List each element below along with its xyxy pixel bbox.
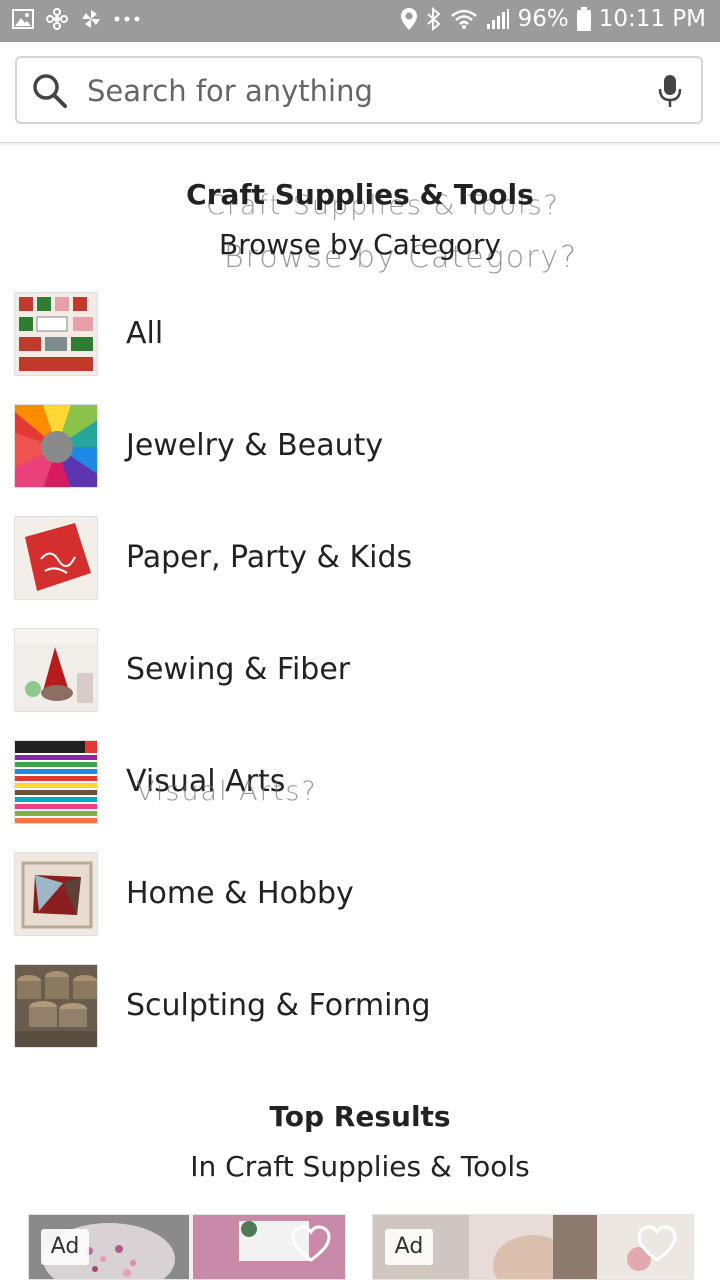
category-label: Sewing & Fiber (126, 652, 351, 687)
category-item-sculpting-forming[interactable]: Sculpting & Forming (0, 964, 720, 1076)
product-card[interactable]: Ad (372, 1214, 694, 1280)
category-item-all[interactable]: All (0, 292, 720, 404)
status-bar: 96% 10:11 PM (0, 0, 720, 42)
category-thumbnail-paper-party-kids (14, 516, 98, 600)
search-bar (0, 42, 720, 143)
fan-icon (82, 10, 100, 28)
category-thumbnail-visual-arts (14, 740, 98, 824)
category-label: Home & Hobby (126, 876, 354, 911)
favorite-heart-icon[interactable] (291, 1225, 331, 1265)
search-box[interactable] (15, 56, 703, 124)
pinwheel-icon (46, 8, 68, 30)
category-label: Visual Arts (126, 764, 286, 799)
page-title: Craft Supplies & Tools (0, 178, 720, 211)
page-title-text: Craft Supplies & Tools (186, 178, 534, 211)
category-thumbnail-sculpting-forming (14, 964, 98, 1048)
category-item-home-hobby[interactable]: Home & Hobby (0, 852, 720, 964)
clock: 10:11 PM (598, 6, 706, 32)
category-label: Paper, Party & Kids (126, 540, 413, 575)
signal-icon (486, 9, 509, 29)
search-input[interactable] (85, 68, 629, 114)
ad-badge: Ad (385, 1229, 433, 1265)
top-results-subtitle-text: In Craft Supplies & Tools (190, 1150, 530, 1183)
battery-icon (576, 7, 591, 31)
top-results-title: Top Results (0, 1100, 720, 1133)
category-item-sewing-fiber[interactable]: Sewing & Fiber (0, 628, 720, 740)
category-thumbnail-home-hobby (14, 852, 98, 936)
wifi-icon (450, 9, 477, 29)
category-thumbnail-sewing-fiber (14, 628, 98, 712)
category-label: Sculpting & Forming (126, 988, 431, 1023)
page-subtitle: Browse by Category (0, 228, 720, 261)
ad-badge: Ad (41, 1229, 89, 1265)
product-card[interactable]: Ad (28, 1214, 346, 1280)
location-icon (400, 8, 417, 30)
category-item-jewelry-beauty[interactable]: Jewelry & Beauty (0, 404, 720, 516)
top-results-title-text: Top Results (269, 1100, 451, 1133)
gallery-icon (12, 9, 34, 29)
search-icon (33, 74, 67, 108)
bluetooth-icon (426, 7, 441, 31)
more-dots-icon (114, 16, 140, 22)
category-list: All Jewelry & Beauty Paper, Party & Kids… (0, 292, 720, 1076)
category-thumbnail-all (14, 292, 98, 376)
category-thumbnail-jewelry-beauty (14, 404, 98, 488)
microphone-icon[interactable] (657, 74, 683, 108)
battery-percent: 96% (517, 6, 569, 32)
category-item-paper-party-kids[interactable]: Paper, Party & Kids (0, 516, 720, 628)
top-results-subtitle: In Craft Supplies & Tools (0, 1150, 720, 1183)
category-label: All (126, 316, 164, 351)
category-item-visual-arts[interactable]: Visual Arts Visual Arts? (0, 740, 720, 852)
page-subtitle-text: Browse by Category (219, 228, 501, 261)
category-label: Jewelry & Beauty (126, 428, 384, 463)
favorite-heart-icon[interactable] (637, 1225, 677, 1265)
